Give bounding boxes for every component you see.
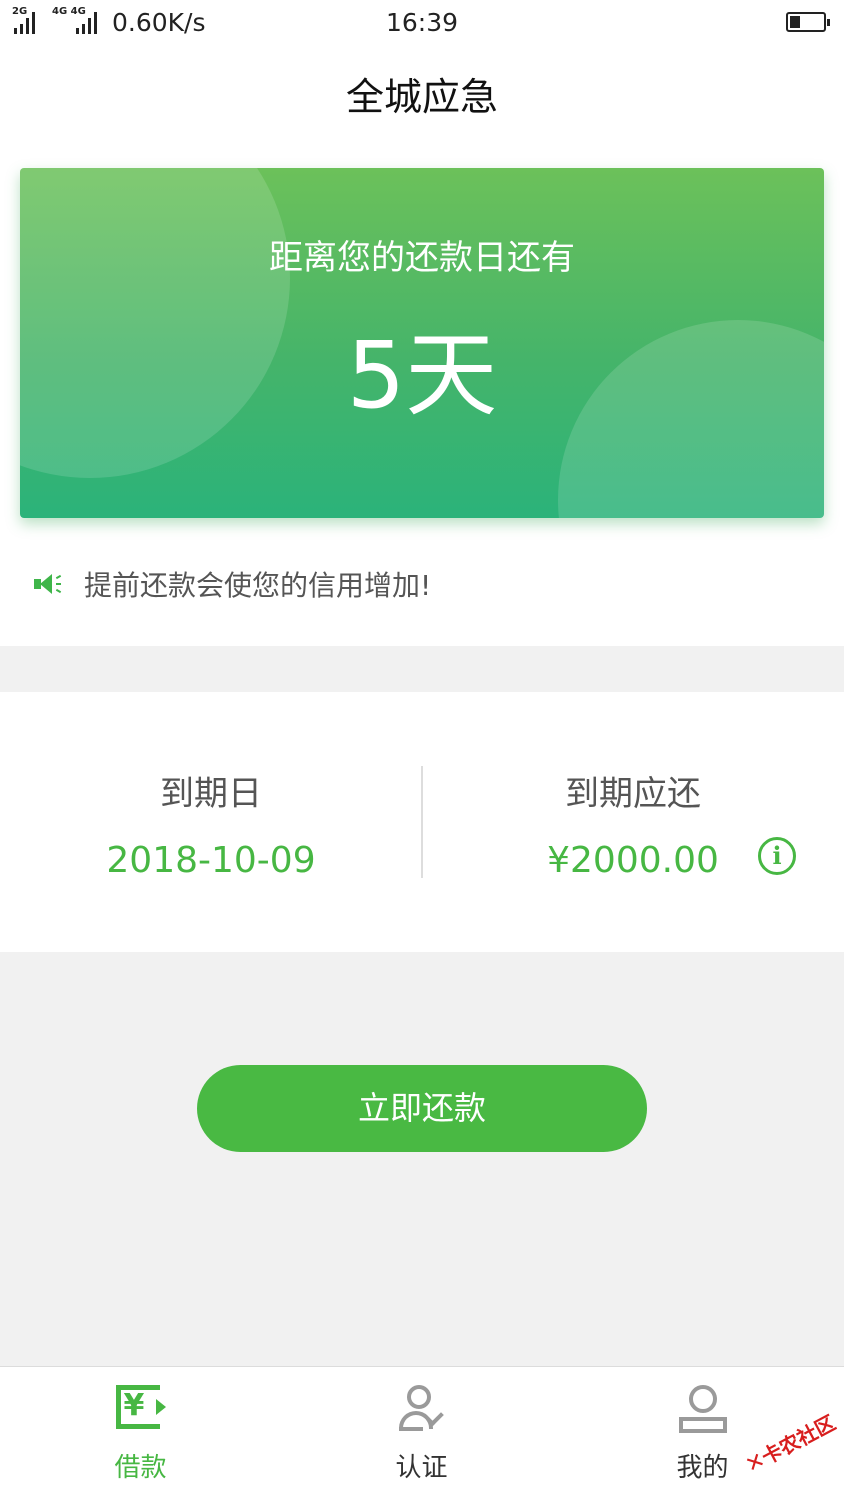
tab-loan-label: 借款 — [114, 1453, 167, 1483]
countdown-subtitle: 距离您的还款日还有 — [269, 238, 575, 278]
tab-loan[interactable]: ¥ 借款 — [0, 1367, 281, 1500]
speaker-icon — [34, 572, 64, 596]
notice-bar: 提前还款会使您的信用增加! — [34, 564, 431, 604]
countdown-card: 距离您的还款日还有 5天 — [20, 168, 824, 518]
tab-certify-label: 认证 — [395, 1453, 448, 1483]
due-date-label: 到期日 — [160, 774, 262, 814]
due-amount-block: 到期应还 ¥2000.00 — [422, 692, 844, 952]
due-amount-label: 到期应还 — [565, 774, 701, 814]
notice-text: 提前还款会使您的信用增加! — [84, 569, 432, 602]
due-info-panel: 到期日 2018-10-09 到期应还 ¥2000.00 i — [0, 692, 844, 952]
header: 全城应急 — [0, 46, 844, 136]
status-bar: 2G 4G 4G 0.60K/s 16:39 — [0, 0, 844, 46]
loan-icon: ¥ — [115, 1385, 166, 1429]
tab-certify[interactable]: 认证 — [281, 1367, 562, 1500]
info-icon[interactable]: i — [758, 837, 796, 875]
countdown-section: 距离您的还款日还有 5天 提前还款会使您的信用增加! — [0, 136, 844, 646]
decor-circle — [20, 168, 290, 478]
bottom-tab-bar: ¥ 借款 认证 我的 — [0, 1366, 844, 1500]
battery-icon — [786, 12, 830, 32]
countdown-days: 5天 — [346, 322, 498, 429]
due-date-value: 2018-10-09 — [106, 840, 316, 881]
due-date-block: 到期日 2018-10-09 — [0, 692, 422, 952]
status-time: 16:39 — [385, 8, 459, 37]
repay-now-button[interactable]: 立即还款 — [197, 1065, 647, 1152]
page-title: 全城应急 — [345, 75, 498, 119]
profile-icon — [677, 1385, 729, 1433]
watermark-text: 卡农社区 — [757, 1410, 840, 1470]
certify-icon — [397, 1385, 447, 1433]
